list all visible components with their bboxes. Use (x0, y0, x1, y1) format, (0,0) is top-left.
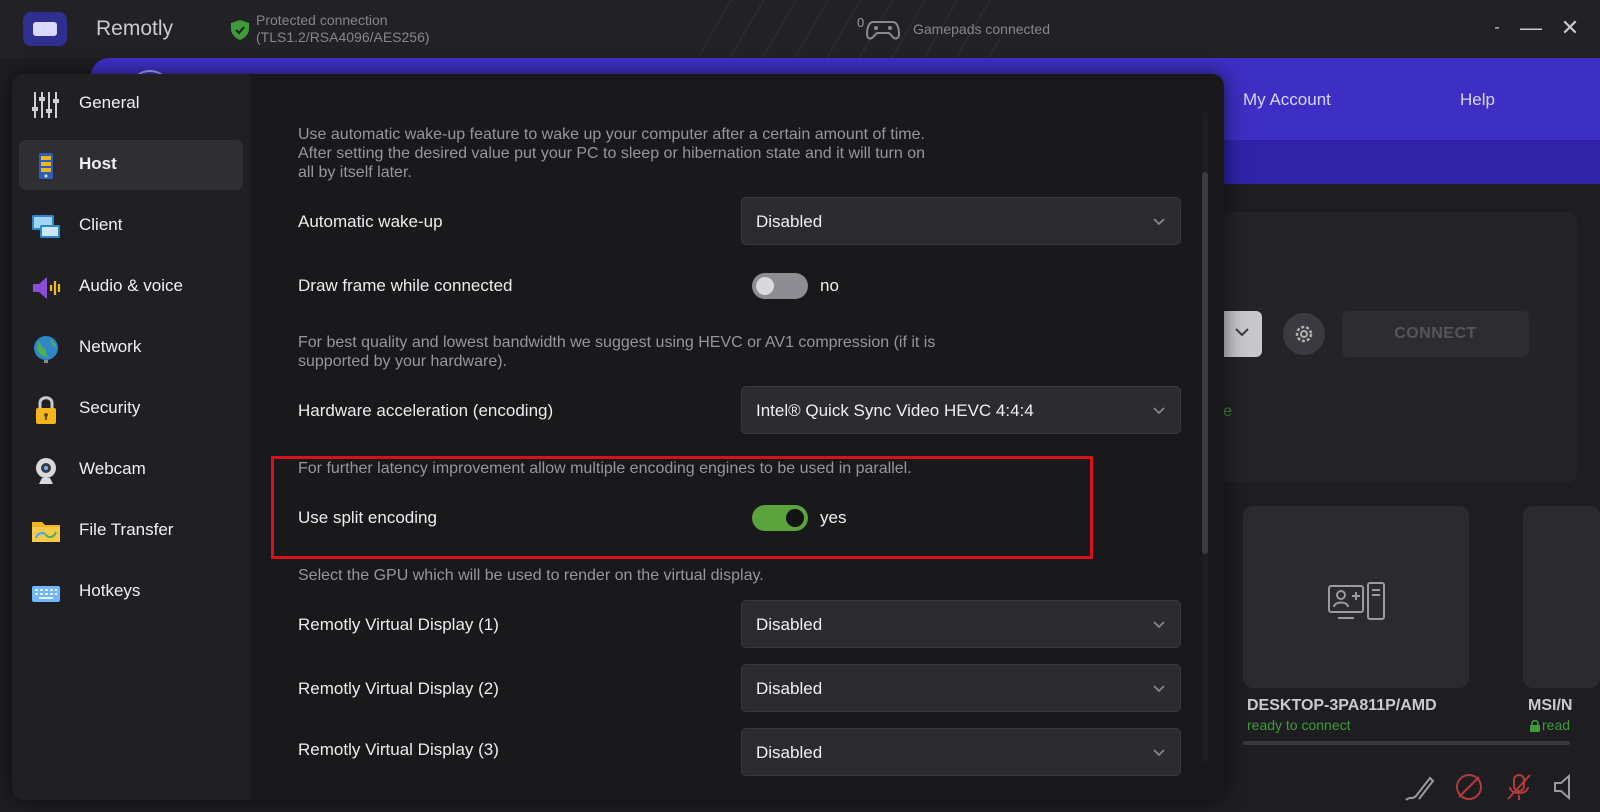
draw-frame-toggle[interactable] (752, 273, 808, 299)
sidebar-item-label: Host (79, 154, 117, 173)
pen-icon[interactable] (1402, 770, 1436, 804)
virtual-display-3-dropdown[interactable]: Disabled (741, 728, 1181, 776)
sidebar-item-file-transfer[interactable]: File Transfer (19, 506, 243, 556)
split-encoding-toggle[interactable] (752, 505, 808, 531)
wakeup-description: all by itself later. (298, 164, 412, 181)
toggle-knob (786, 509, 804, 527)
lock-icon (36, 396, 56, 424)
settings-scroll-thumb[interactable] (1202, 172, 1208, 554)
sidebar-item-audio-voice[interactable]: Audio & voice (19, 262, 243, 312)
hw-accel-description: supported by your hardware). (298, 353, 507, 370)
visibility-off-icon[interactable] (1452, 770, 1486, 804)
nav-help[interactable]: Help (1460, 90, 1495, 110)
toggle-knob (756, 277, 774, 295)
gpu-description: Select the GPU which will be used to ren… (298, 567, 764, 584)
hw-accel-dropdown[interactable]: Intel® Quick Sync Video HEVC 4:4:4 (741, 386, 1181, 434)
device-status: read (1542, 717, 1571, 733)
folder-transfer-icon (32, 522, 60, 542)
sidebar-item-label: Client (79, 215, 123, 234)
chevron-down-icon (1153, 621, 1165, 629)
virtual-display-1-dropdown[interactable]: Disabled (741, 600, 1181, 648)
title-bar: Remotly Protected connection (TLS1.2/RSA… (0, 0, 1600, 58)
sidebar-item-webcam[interactable]: Webcam (19, 445, 243, 495)
split-encoding-description: For further latency improvement allow mu… (298, 460, 912, 477)
sidebar-item-label: File Transfer (79, 520, 174, 539)
app-name: Remotly (96, 17, 174, 40)
gamepads-label: Gamepads connected (913, 21, 1050, 37)
virtual-display-1-label: Remotly Virtual Display (1) (298, 615, 499, 634)
sidebar-item-security[interactable]: Security (19, 384, 243, 434)
host-server-icon (39, 153, 53, 179)
devices-scrollbar[interactable] (1243, 741, 1570, 745)
app-logo (23, 12, 67, 46)
split-encoding-label: Use split encoding (298, 508, 437, 527)
gamepad-icon (866, 21, 900, 40)
device-card[interactable] (1523, 506, 1600, 688)
sidebar-item-general[interactable]: General (19, 79, 243, 129)
sidebar-item-label: General (79, 93, 140, 112)
chevron-down-icon (1153, 685, 1165, 693)
draw-frame-value: no (820, 276, 839, 295)
wakeup-description: Use automatic wake-up feature to wake up… (298, 126, 925, 143)
host-settings-content: Use automatic wake-up feature to wake up… (250, 74, 1224, 800)
webcam-icon (36, 458, 56, 484)
automatic-wakeup-dropdown[interactable]: Disabled (741, 197, 1181, 245)
speaker-icon (33, 277, 61, 299)
keyboard-icon (32, 586, 60, 602)
sidebar-item-label: Webcam (79, 459, 146, 478)
device-name: DESKTOP-3PA811P/AMD (1247, 697, 1437, 714)
chevron-down-icon (1153, 407, 1165, 415)
device-name: MSI/N (1528, 697, 1573, 714)
close-window-button[interactable]: ✕ (1557, 14, 1583, 42)
lock-icon (1530, 720, 1540, 732)
shield-check-icon (231, 20, 249, 40)
connection-status: Protected connection (256, 12, 388, 28)
hw-accel-description: For best quality and lowest bandwidth we… (298, 334, 936, 351)
chevron-down-icon (1235, 328, 1249, 337)
virtual-display-2-dropdown[interactable]: Disabled (741, 664, 1181, 712)
dropdown-value: Disabled (756, 212, 823, 231)
sidebar-item-hotkeys[interactable]: Hotkeys (19, 567, 243, 617)
virtual-display-3-label: Remotly Virtual Display (3) (298, 740, 499, 759)
minimize-button[interactable]: — (1518, 14, 1544, 42)
sliders-icon (32, 92, 59, 118)
sidebar-item-network[interactable]: Network (19, 323, 243, 373)
settings-dialog: General Host Client Audio & voice Networ… (12, 74, 1224, 800)
sidebar-item-client[interactable]: Client (19, 201, 243, 251)
sidebar-item-label: Security (79, 398, 141, 417)
computer-user-icon (1328, 582, 1385, 620)
minimize-small-button[interactable]: - (1484, 14, 1510, 42)
automatic-wakeup-label: Automatic wake-up (298, 212, 443, 231)
speaker-icon[interactable] (1549, 770, 1583, 804)
dropdown-value: Disabled (756, 679, 823, 698)
virtual-display-2-label: Remotly Virtual Display (2) (298, 679, 499, 698)
sidebar-item-label: Hotkeys (79, 581, 141, 600)
chevron-down-icon (1153, 218, 1165, 226)
hw-accel-label: Hardware acceleration (encoding) (298, 401, 554, 420)
sidebar-item-label: Audio & voice (79, 276, 183, 295)
microphone-off-icon[interactable] (1502, 770, 1536, 804)
sidebar-item-label: Network (79, 337, 142, 356)
chevron-down-icon (1153, 749, 1165, 757)
connect-button[interactable]: CONNECT (1342, 311, 1529, 357)
sidebar-item-host[interactable]: Host (19, 140, 243, 190)
gamepad-count: 0 (857, 15, 865, 30)
device-status: ready to connect (1247, 717, 1351, 733)
globe-icon (34, 336, 58, 363)
gear-icon (1295, 325, 1313, 343)
dropdown-value: Intel® Quick Sync Video HEVC 4:4:4 (756, 401, 1034, 420)
draw-frame-label: Draw frame while connected (298, 276, 513, 295)
split-encoding-value: yes (820, 508, 847, 527)
dropdown-value: Disabled (756, 615, 823, 634)
client-monitor-icon (32, 215, 60, 238)
nav-my-account[interactable]: My Account (1243, 90, 1331, 110)
wakeup-description: After setting the desired value put your… (298, 145, 926, 162)
dropdown-value: Disabled (756, 743, 823, 762)
connection-cipher: (TLS1.2/RSA4096/AES256) (256, 29, 430, 45)
settings-sidebar: General Host Client Audio & voice Networ… (12, 74, 250, 800)
